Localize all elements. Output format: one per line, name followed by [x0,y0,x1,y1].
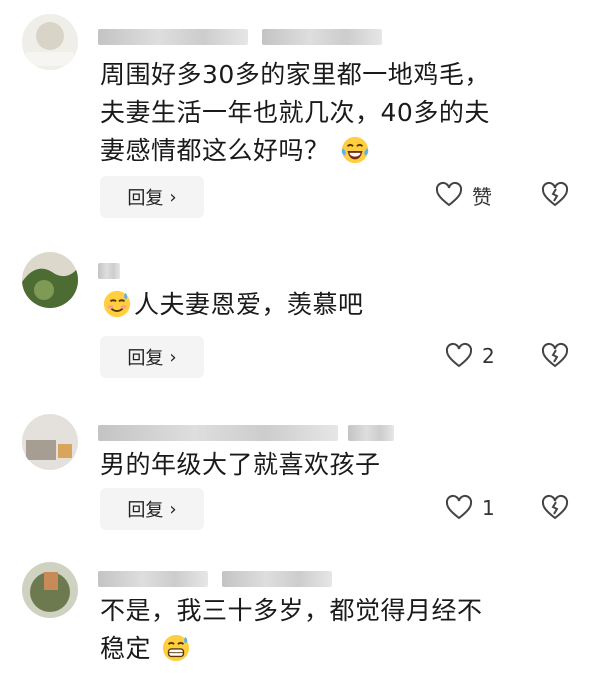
comment-meta [98,26,382,48]
like-count: 赞 [472,184,492,209]
comment-item: 人夫妻恩爱，羡慕吧 回复 › 2 [0,230,600,400]
comment-meta [98,568,332,590]
comment-text: 人夫妻恩爱，羡慕吧 [100,286,570,324]
comment-line: 人夫妻恩爱，羡慕吧 [100,286,570,324]
chevron-right-icon: › [169,498,177,520]
reply-button[interactable]: 回复 › [100,488,204,530]
timestamp-blurred [262,29,382,45]
comment-line: 不是，我三十多岁，都觉得月经不 [100,596,483,625]
like-count: 1 [482,496,495,520]
laughing-tears-emoji [341,136,369,164]
heart-outline-icon [445,494,473,520]
comment-line: 夫妻生活一年也就几次，40多的夫 [100,98,490,127]
avatar-image [22,252,78,308]
comment-line: 稳定 [100,630,570,668]
avatar-image [22,414,78,470]
comment-meta [98,422,394,444]
comment-item: 男的年级大了就喜欢孩子 回复 › 1 [0,400,600,550]
timestamp-blurred [222,571,332,587]
comment-line: 妻感情都这么好吗？ [100,132,570,170]
username-blurred[interactable] [98,425,338,441]
comment-text: 周围好多30多的家里都一地鸡毛， 夫妻生活一年也就几次，40多的夫 妻感情都这么… [100,56,570,170]
reply-button[interactable]: 回复 › [100,176,204,218]
avatar-image [22,562,78,618]
comment-text: 男的年级大了就喜欢孩子 [100,446,570,484]
sweat-smile-emoji [103,290,131,318]
broken-heart-icon[interactable] [540,341,570,371]
username-blurred[interactable] [98,571,208,587]
heart-outline-icon [435,181,463,207]
comment-line: 周围好多30多的家里都一地鸡毛， [100,60,490,89]
avatar[interactable] [22,414,78,470]
username-blurred[interactable] [98,263,120,279]
username-blurred[interactable] [98,29,248,45]
avatar[interactable] [22,14,78,70]
broken-heart-icon[interactable] [540,493,570,523]
avatar[interactable] [22,252,78,308]
like-button[interactable]: 2 [444,341,495,371]
avatar-image [22,14,78,70]
timestamp-blurred [348,425,394,441]
avatar[interactable] [22,562,78,618]
heart-outline-icon [445,342,473,368]
like-count: 2 [482,344,495,368]
like-button[interactable]: 1 [444,493,495,523]
reply-button[interactable]: 回复 › [100,336,204,378]
chevron-right-icon: › [169,346,177,368]
comment-text: 不是，我三十多岁，都觉得月经不 稳定 [100,592,570,668]
like-button[interactable]: 赞 [434,180,492,210]
chevron-right-icon: › [169,186,177,208]
comment-item: 周围好多30多的家里都一地鸡毛， 夫妻生活一年也就几次，40多的夫 妻感情都这么… [0,0,600,230]
comment-meta [98,260,120,282]
broken-heart-icon[interactable] [540,180,570,210]
comment-line: 男的年级大了就喜欢孩子 [100,450,381,479]
comment-item: 不是，我三十多岁，都觉得月经不 稳定 [0,550,600,683]
grinning-sweat-emoji [163,634,190,662]
